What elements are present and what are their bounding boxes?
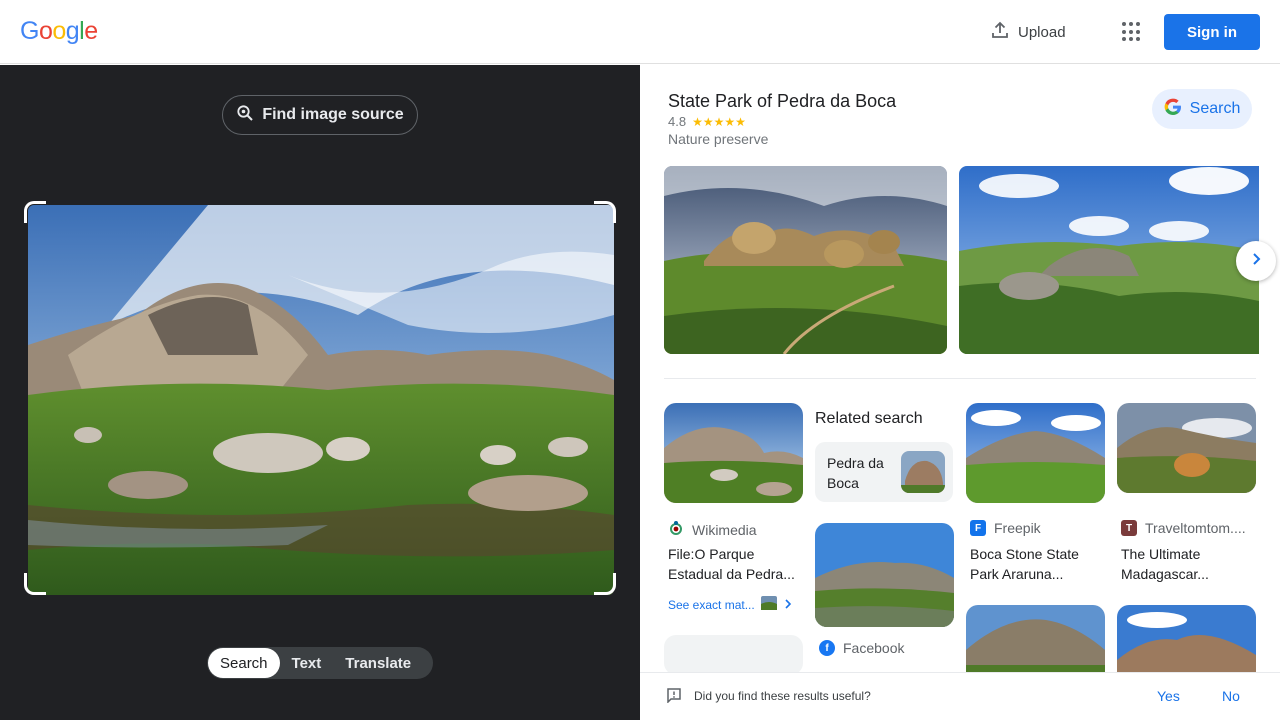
place-title[interactable]: State Park of Pedra da Boca	[668, 91, 896, 112]
tab-translate[interactable]: Translate	[333, 648, 423, 678]
result-source-facebook[interactable]: f Facebook	[819, 640, 904, 656]
wikimedia-icon	[668, 520, 684, 539]
result-image-freepik[interactable]	[966, 403, 1105, 503]
crop-handle-top-right[interactable]	[594, 201, 616, 223]
results-panel: State Park of Pedra da Boca 4.8 ★★★★★ Na…	[640, 65, 1280, 720]
logo-letter: o	[38, 17, 53, 45]
result-source-label: Traveltomtom....	[1145, 520, 1246, 536]
logo-letter: o	[52, 17, 66, 45]
result-source-label: Freepik	[994, 520, 1041, 536]
top-bar: Google Upload Sign in	[0, 0, 1280, 64]
related-search-heading: Related search	[815, 410, 923, 427]
crop-handle-bottom-right[interactable]	[594, 573, 616, 595]
traveltomtom-icon: T	[1121, 520, 1137, 536]
section-divider	[664, 378, 1256, 379]
upload-label: Upload	[1018, 23, 1066, 41]
feedback-question: Did you find these results useful?	[694, 689, 871, 703]
result-title-traveltomtom[interactable]: The Ultimate Madagascar...	[1121, 544, 1259, 584]
upload-button[interactable]: Upload	[990, 18, 1066, 46]
next-arrow-button[interactable]	[1236, 241, 1276, 281]
apps-grid-icon[interactable]	[1122, 22, 1142, 42]
see-exact-matches-label: See exact mat...	[668, 597, 755, 612]
result-image-traveltomtom[interactable]	[1117, 403, 1256, 493]
place-type: Nature preserve	[668, 131, 769, 147]
sign-in-button[interactable]: Sign in	[1164, 14, 1260, 50]
result-image-facebook[interactable]	[815, 523, 954, 627]
feedback-bar: Did you find these results useful? Yes N…	[640, 672, 1280, 720]
freepik-icon: F	[970, 520, 986, 536]
google-logo[interactable]: Google	[20, 17, 98, 46]
result-image-wikimedia[interactable]	[664, 403, 803, 503]
facebook-icon: f	[819, 640, 835, 656]
crop-handle-top-left[interactable]	[24, 201, 46, 223]
result-source-label: Facebook	[843, 640, 905, 656]
result-image-placeholder[interactable]	[664, 635, 803, 675]
crop-handle-bottom-left[interactable]	[24, 573, 46, 595]
related-search-chip[interactable]: Pedra da Boca	[815, 442, 953, 502]
related-search-label: Pedra da Boca	[827, 455, 884, 491]
feedback-icon	[666, 687, 682, 708]
logo-letter: e	[84, 17, 98, 45]
lens-search-icon	[236, 104, 254, 127]
google-search-label: Search	[1189, 100, 1241, 117]
result-title-wikimedia[interactable]: File:O Parque Estadual da Pedra...	[668, 544, 806, 584]
find-image-source-label: Find image source	[262, 106, 404, 123]
image-viewer-panel: Find image source Search Text Translate	[0, 65, 640, 720]
exact-match-thumbnail	[760, 596, 777, 613]
result-source-wikimedia[interactable]: Wikimedia	[668, 520, 757, 539]
google-g-icon	[1164, 98, 1182, 121]
result-title-freepik[interactable]: Boca Stone State Park Araruna...	[970, 544, 1108, 584]
find-image-source-button[interactable]: Find image source	[222, 95, 418, 135]
tab-search[interactable]: Search	[208, 648, 280, 678]
chevron-right-icon	[1249, 252, 1263, 271]
feedback-no-button[interactable]: No	[1222, 688, 1240, 704]
query-image	[28, 205, 614, 595]
place-photo-1[interactable]	[664, 166, 947, 354]
logo-letter: g	[65, 17, 80, 45]
google-search-button[interactable]: Search	[1152, 89, 1252, 129]
result-source-freepik[interactable]: F Freepik	[970, 520, 1041, 536]
place-photo-2[interactable]	[959, 166, 1259, 354]
rating-stars: ★★★★★	[692, 114, 746, 129]
feedback-yes-button[interactable]: Yes	[1157, 688, 1180, 704]
chevron-right-icon	[783, 598, 793, 612]
related-search-thumbnail	[901, 451, 945, 493]
see-exact-matches-link[interactable]: See exact mat...	[668, 596, 793, 613]
upload-icon	[990, 20, 1010, 44]
rating-value: 4.8	[668, 114, 687, 129]
result-source-label: Wikimedia	[692, 521, 757, 538]
logo-letter: G	[20, 17, 39, 45]
mode-tabs: Search Text Translate	[207, 647, 433, 679]
rating-row: 4.8 ★★★★★	[668, 114, 746, 129]
result-source-traveltomtom[interactable]: T Traveltomtom....	[1121, 520, 1246, 536]
tab-text[interactable]: Text	[280, 648, 334, 678]
